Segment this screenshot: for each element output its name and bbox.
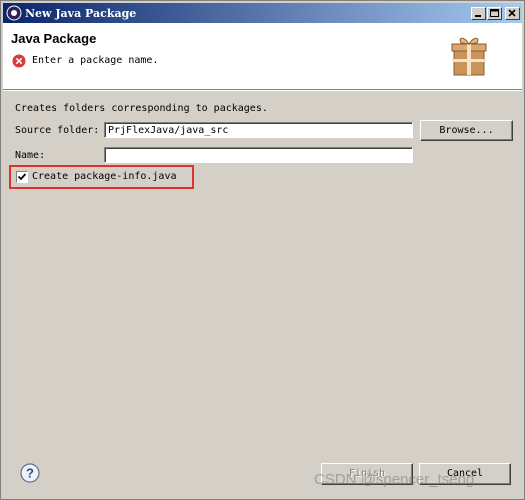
banner-separator <box>3 89 522 91</box>
validation-message: Enter a package name. <box>32 55 159 66</box>
create-package-info-label[interactable]: Create package-info.java <box>32 171 177 182</box>
description-text: Creates folders corresponding to package… <box>15 103 268 114</box>
watermark: CSDN @spencer_tseng <box>314 471 475 488</box>
maximize-button[interactable] <box>487 7 502 20</box>
close-icon <box>508 9 516 17</box>
package-gift-icon <box>451 37 487 76</box>
create-package-info-checkbox[interactable] <box>16 171 28 183</box>
source-folder-input[interactable] <box>104 122 413 138</box>
svg-text:?: ? <box>26 466 34 481</box>
checkmark-icon <box>18 173 26 181</box>
eclipse-icon <box>6 5 22 21</box>
maximize-icon <box>490 9 499 17</box>
close-button[interactable] <box>505 7 520 20</box>
minimize-icon <box>475 15 481 17</box>
minimize-button[interactable] <box>471 7 486 20</box>
browse-button[interactable]: Browse... <box>420 120 513 141</box>
new-java-package-dialog: New Java Package Java Package Enter a pa… <box>0 0 525 500</box>
name-label: Name: <box>15 150 46 161</box>
title-bar[interactable]: New Java Package <box>3 3 522 23</box>
source-folder-label: Source folder: <box>15 125 100 136</box>
error-icon <box>12 54 26 68</box>
help-icon[interactable]: ? <box>20 463 40 483</box>
wizard-banner: Java Package Enter a package name. <box>3 23 522 89</box>
page-title: Java Package <box>11 31 97 46</box>
package-name-input[interactable] <box>104 147 413 163</box>
window-title: New Java Package <box>25 7 137 20</box>
